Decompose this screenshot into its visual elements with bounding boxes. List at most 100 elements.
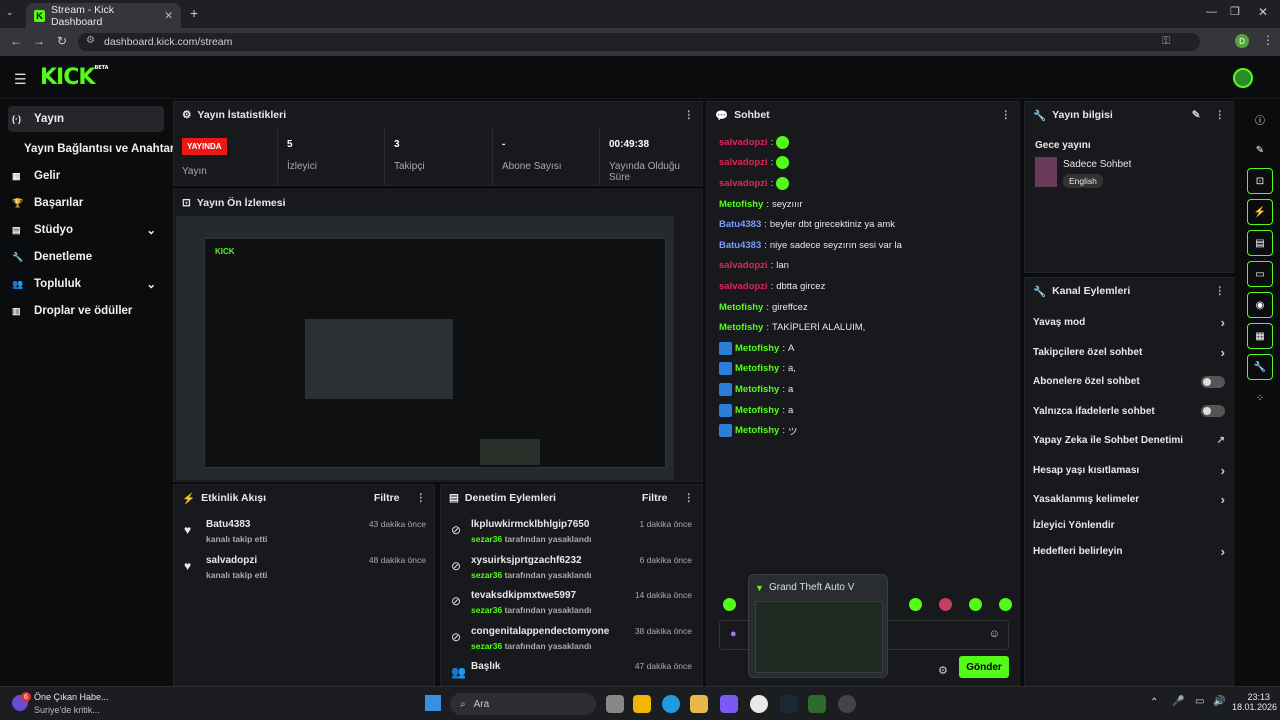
activity-item[interactable]: ♥ salvadopzi kanalı takip etti 48 dakika ön… bbox=[174, 553, 434, 587]
chat-username[interactable]: Metofishy bbox=[735, 343, 779, 354]
chat-username[interactable]: Metofishy bbox=[719, 302, 763, 313]
chat-username[interactable]: Metofishy bbox=[735, 363, 779, 374]
toggle-switch[interactable] bbox=[1201, 375, 1225, 388]
chat-username[interactable]: Batu4383 bbox=[719, 240, 761, 251]
sidebar-item-0[interactable]: (·) Yayın bbox=[8, 106, 164, 132]
chat-username[interactable]: salvadopzi bbox=[719, 157, 768, 168]
network-icon[interactable]: ▭ bbox=[1195, 696, 1204, 707]
back-icon[interactable]: ← bbox=[10, 34, 22, 48]
moderation-toggle-icon[interactable]: ▤ bbox=[1247, 230, 1273, 256]
emoji-picker-icon[interactable]: ☺ bbox=[989, 628, 1000, 640]
chat-menu-icon[interactable]: ⋮ bbox=[1001, 109, 1012, 121]
minimize-button[interactable]: — bbox=[1206, 6, 1217, 18]
activity-menu-icon[interactable]: ⋮ bbox=[416, 492, 427, 504]
chat-message[interactable]: Metofishy: a, bbox=[707, 359, 1019, 380]
chat-message[interactable]: salvadopzi: bbox=[707, 132, 1019, 153]
chat-message[interactable]: Metofishy: a bbox=[707, 379, 1019, 400]
microphone-icon[interactable]: ● bbox=[730, 628, 737, 640]
channel-action[interactable]: Yapay Zeka ile Sohbet Denetimi ↗ bbox=[1025, 426, 1233, 456]
channel-action[interactable]: İzleyici Yönlendir bbox=[1025, 515, 1233, 537]
new-tab-button[interactable]: + bbox=[190, 5, 198, 21]
emote-icon[interactable] bbox=[969, 598, 982, 611]
sidebar-item-3[interactable]: 🏆 Başarılar bbox=[0, 190, 172, 216]
chat-message[interactable]: Metofishy: ツ bbox=[707, 420, 1019, 441]
windows-start-icon[interactable] bbox=[425, 695, 441, 711]
activity-toggle-icon[interactable]: ⚡ bbox=[1247, 199, 1273, 225]
chat-message[interactable]: Metofishy: A bbox=[707, 338, 1019, 359]
chat-username[interactable]: salvadopzi bbox=[719, 281, 768, 292]
moderation-item[interactable]: ⊘ tevaksdkipmxtwe5997 sezar36 tarafından y… bbox=[441, 588, 702, 622]
chat-username[interactable]: salvadopzi bbox=[719, 260, 768, 271]
emote-icon[interactable] bbox=[723, 598, 736, 611]
browser-menu-icon[interactable]: ⋮ bbox=[1262, 33, 1274, 47]
sidebar-item-5[interactable]: 🔧 Denetleme bbox=[0, 244, 172, 270]
taskbar-thumbnail-popup[interactable]: ▼ Grand Theft Auto V bbox=[748, 574, 888, 678]
emote-icon[interactable] bbox=[939, 598, 952, 611]
tools-toggle-icon[interactable]: 🔧 bbox=[1247, 354, 1273, 380]
sidebar-item-7[interactable]: ▥ Droplar ve ödüller bbox=[0, 298, 172, 324]
close-tab-icon[interactable]: ✕ bbox=[164, 10, 173, 22]
chat-message[interactable]: salvadopzi: bbox=[707, 153, 1019, 174]
chat-message[interactable]: salvadopzi: dbtta gircez bbox=[707, 276, 1019, 297]
sidebar-item-2[interactable]: ▦ Gelir bbox=[0, 163, 172, 189]
sidebar-item-1[interactable]: Yayın Bağlantısı ve Anahtarı bbox=[0, 136, 178, 162]
chat-message[interactable]: salvadopzi: lan bbox=[707, 256, 1019, 277]
chat-username[interactable]: salvadopzi bbox=[719, 178, 768, 189]
chat-username[interactable]: Metofishy bbox=[735, 384, 779, 395]
chat-username[interactable]: Metofishy bbox=[719, 199, 763, 210]
gta-taskbar-icon[interactable] bbox=[808, 695, 826, 713]
emote-icon[interactable] bbox=[909, 598, 922, 611]
moderation-filter-button[interactable]: Filtre bbox=[642, 492, 668, 504]
chat-username[interactable]: Metofishy bbox=[735, 405, 779, 416]
chat-message[interactable]: Metofishy: TAKİPLERİ ALALUIM, bbox=[707, 317, 1019, 338]
channel-menu-icon[interactable]: ⋮ bbox=[1215, 285, 1226, 297]
moderation-item[interactable]: ⊘ congenitalappendectomyone sezar36 tarafı… bbox=[441, 624, 702, 658]
url-field[interactable]: ⚙ dashboard.kick.com/stream ⚿ bbox=[78, 33, 1200, 51]
news-subtitle[interactable]: Suriye'de kritik... bbox=[34, 705, 100, 715]
tab-list-button[interactable]: ⌄ bbox=[6, 7, 20, 21]
pencil-icon[interactable]: ✎ bbox=[1247, 137, 1273, 163]
channel-action[interactable]: Hedefleri belirleyin › bbox=[1025, 537, 1233, 567]
news-title[interactable]: Öne Çıkan Habe... bbox=[34, 692, 109, 702]
volume-icon[interactable]: 🔊 bbox=[1213, 696, 1225, 707]
password-key-icon[interactable]: ⚿ bbox=[1162, 35, 1170, 48]
steam-icon[interactable] bbox=[780, 695, 798, 713]
more-widgets-icon[interactable]: ⁘ bbox=[1247, 385, 1273, 411]
microphone-tray-icon[interactable]: 🎤 bbox=[1172, 696, 1184, 707]
channel-action[interactable]: Takipçilere özel sohbet › bbox=[1025, 338, 1233, 368]
edge-browser-icon[interactable] bbox=[662, 695, 680, 713]
channel-action[interactable]: Abonelere özel sohbet bbox=[1025, 367, 1233, 397]
chat-message[interactable]: Metofishy: a bbox=[707, 400, 1019, 421]
info-icon[interactable]: ⓘ bbox=[1247, 106, 1273, 132]
activity-filter-button[interactable]: Filtre bbox=[374, 492, 400, 504]
chevron-down-icon[interactable]: ⌄ bbox=[146, 223, 156, 237]
chat-message[interactable]: Batu4383: beyler dbt girecektiniz ya amk bbox=[707, 214, 1019, 235]
user-avatar[interactable] bbox=[1233, 68, 1253, 88]
chat-username[interactable]: Metofishy bbox=[735, 425, 779, 436]
preview-video[interactable]: KICK bbox=[176, 216, 674, 480]
toggle-switch[interactable] bbox=[1201, 405, 1225, 418]
moderation-item[interactable]: ⊘ xysuirksjprtgzachf6232 sezar36 tarafında… bbox=[441, 553, 702, 587]
folder-icon[interactable] bbox=[690, 695, 708, 713]
site-info-icon[interactable]: ⚙ bbox=[86, 35, 95, 46]
preview-toggle-icon[interactable]: ⊡ bbox=[1247, 168, 1273, 194]
chat-settings-icon[interactable]: ⚙ bbox=[938, 664, 948, 677]
sidebar-item-6[interactable]: 👥 Topluluk ⌄ bbox=[0, 271, 172, 297]
edit-pencil-icon[interactable]: ✎ bbox=[1192, 109, 1201, 121]
browser-tab[interactable]: K Stream - Kick Dashboard ✕ bbox=[26, 3, 181, 28]
clock[interactable]: 23:13 18.01.2026 bbox=[1232, 692, 1277, 712]
chrome-icon[interactable] bbox=[750, 695, 768, 713]
stats-menu-icon[interactable]: ⋮ bbox=[684, 109, 695, 121]
system-tray-chevron-icon[interactable]: ⌃ bbox=[1150, 697, 1158, 708]
stats-toggle-icon[interactable]: ▦ bbox=[1247, 323, 1273, 349]
chevron-down-icon[interactable]: ⌄ bbox=[146, 277, 156, 291]
channel-action[interactable]: Yasaklanmış kelimeler › bbox=[1025, 485, 1233, 515]
moderation-item[interactable]: ⊘ lkpluwkirmcklbhlgip7650 sezar36 tarafınd… bbox=[441, 517, 702, 551]
forward-icon[interactable]: → bbox=[33, 34, 45, 48]
copilot-icon[interactable] bbox=[720, 695, 738, 713]
channel-action[interactable]: Hesap yaşı kısıtlaması › bbox=[1025, 456, 1233, 486]
chat-message[interactable]: Batu4383: niye sadece seyzırın sesi var l… bbox=[707, 235, 1019, 256]
kick-logo[interactable]: KICKBETA bbox=[40, 65, 109, 90]
emote-icon[interactable] bbox=[999, 598, 1012, 611]
activity-item[interactable]: ♥ Batu4383 kanalı takip etti 43 dakika önce bbox=[174, 517, 434, 551]
